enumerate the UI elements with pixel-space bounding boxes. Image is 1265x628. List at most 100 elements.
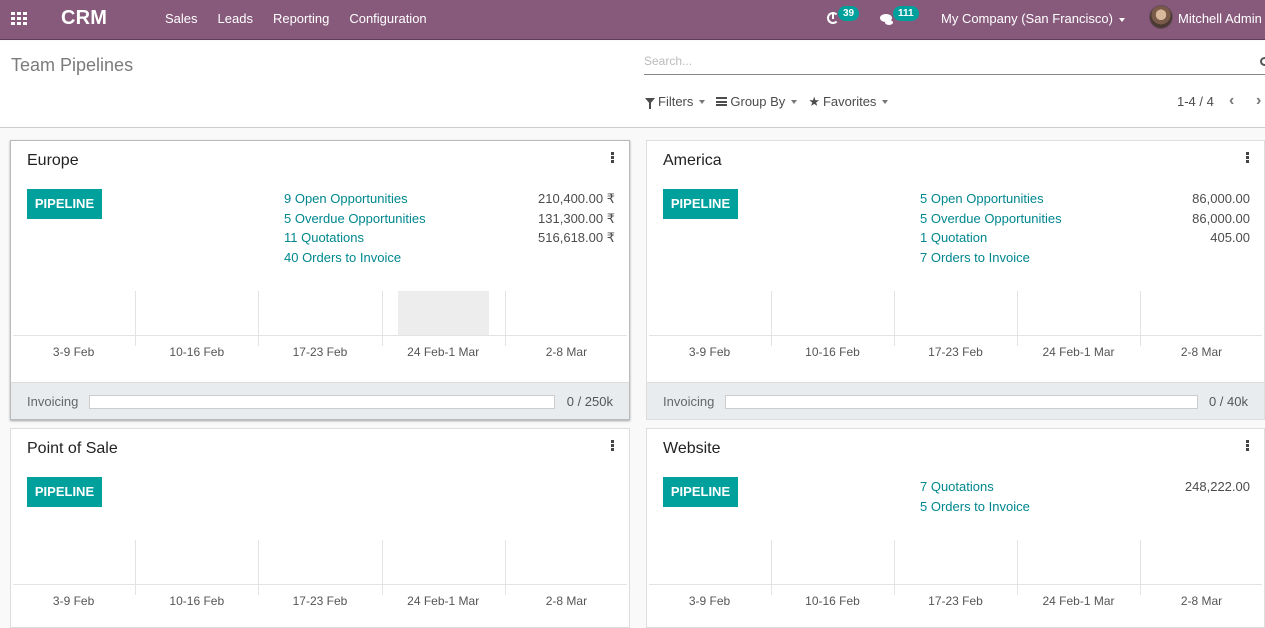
pager-value[interactable]: 1-4 / 4	[1177, 94, 1214, 109]
stat-value: 86,000.00	[1192, 191, 1250, 206]
menu-configuration[interactable]: Configuration	[349, 11, 426, 26]
graph-week-label: 24 Feb-1 Mar	[407, 345, 480, 359]
menu-leads[interactable]: Leads	[218, 11, 253, 26]
graph-bar[interactable]	[397, 291, 489, 335]
sales-graph[interactable]: 3-9 Feb 10-16 Feb 17-23 Feb 24 Feb-1 Mar 2-8…	[648, 540, 1263, 608]
graph-week-label: 10-16 Feb	[805, 594, 860, 608]
caret-down-icon	[882, 99, 889, 104]
control-panel: Team Pipelines Filters Group By ★ Favori…	[0, 41, 1265, 128]
graph-gridline	[135, 291, 137, 346]
graph-gridline	[381, 540, 383, 595]
pipeline-button[interactable]: PIPELINE	[27, 189, 102, 219]
filters-button[interactable]: Filters	[645, 94, 706, 109]
group-by-button[interactable]: Group By	[716, 94, 798, 109]
kebab-menu-icon[interactable]	[611, 440, 614, 451]
stat-link[interactable]: 7 Quotations	[920, 479, 994, 494]
sales-graph[interactable]: 3-9 Feb 10-16 Feb 17-23 Feb 24 Feb-1 Mar 2-8…	[12, 540, 628, 608]
invoicing-progress-bar[interactable]	[89, 395, 555, 409]
menu-sales[interactable]: Sales	[165, 11, 198, 26]
favorites-label: Favorites	[822, 94, 877, 109]
sales-graph[interactable]: 3-9 Feb 10-16 Feb 17-23 Feb 24 Feb-1 Mar 2-8…	[648, 291, 1263, 359]
graph-week-label: 2-8 Mar	[545, 345, 588, 359]
pager-previous-icon[interactable]: ‹	[1229, 92, 1234, 110]
stat-row: 40 Orders to Invoice	[284, 250, 615, 270]
graph-gridline	[894, 540, 895, 595]
team-name[interactable]: Website	[663, 440, 721, 458]
team-card[interactable]: Europe PIPELINE 9 Open Opportunities 210,40…	[10, 140, 630, 420]
search-input[interactable]	[644, 54, 1244, 68]
graph-gridline	[258, 540, 260, 595]
graph-axis	[649, 335, 1262, 336]
stat-link[interactable]: 5 Overdue Opportunities	[920, 211, 1062, 226]
kebab-menu-icon[interactable]	[1246, 440, 1249, 451]
stat-row: 11 Quotations 516,618.00 ₹	[284, 230, 615, 250]
stat-value: 86,000.00	[1192, 210, 1250, 226]
bars-icon	[716, 97, 728, 106]
graph-gridline	[771, 540, 772, 595]
team-stats: 5 Open Opportunities 86,000.00 5 Overdue O…	[920, 191, 1250, 269]
invoicing-progress-text: 0 / 40k	[1208, 394, 1248, 409]
graph-week-label: 3-9 Feb	[52, 345, 95, 359]
menu-reporting[interactable]: Reporting	[273, 11, 329, 26]
kebab-menu-icon[interactable]	[611, 152, 614, 163]
graph-gridline	[135, 540, 137, 595]
graph-week-label: 2-8 Mar	[1180, 594, 1223, 608]
graph-gridline	[504, 540, 506, 595]
search-icon[interactable]	[1260, 57, 1265, 66]
graph-week-label: 3-9 Feb	[52, 594, 95, 608]
graph-week-label: 10-16 Feb	[169, 345, 225, 359]
graph-week-label: 24 Feb-1 Mar	[1042, 594, 1115, 608]
kebab-menu-icon[interactable]	[1246, 152, 1249, 163]
messages-button[interactable]: 111	[880, 6, 925, 29]
graph-week-label: 10-16 Feb	[805, 345, 860, 359]
stat-link[interactable]: 5 Open Opportunities	[920, 191, 1044, 206]
graph-gridline	[1140, 540, 1141, 595]
team-card[interactable]: Point of Sale PIPELINE 3-9 Feb 10-16 Feb 17-…	[10, 428, 630, 628]
apps-menu-icon[interactable]	[11, 12, 27, 26]
graph-week-label: 3-9 Feb	[688, 594, 731, 608]
stat-value: 516,618.00 ₹	[538, 230, 615, 245]
stat-row: 5 Overdue Opportunities 86,000.00	[920, 211, 1250, 231]
team-card[interactable]: America PIPELINE 5 Open Opportunities 86,00…	[646, 140, 1265, 420]
graph-gridline	[894, 291, 895, 346]
team-card[interactable]: Website PIPELINE 7 Quotations 248,222.00 5 O…	[646, 428, 1265, 628]
invoicing-label: Invoicing	[663, 394, 715, 409]
pipeline-button[interactable]: PIPELINE	[663, 477, 738, 507]
team-name[interactable]: Europe	[27, 152, 79, 170]
star-icon: ★	[808, 94, 820, 109]
pipeline-button[interactable]: PIPELINE	[27, 477, 102, 507]
top-navbar: CRM Sales Leads Reporting Configuration …	[0, 0, 1265, 40]
invoicing-footer: Invoicing 0 / 40k	[647, 382, 1264, 419]
favorites-button[interactable]: ★ Favorites	[808, 94, 889, 109]
stat-row: 5 Overdue Opportunities 131,300.00 ₹	[284, 211, 615, 231]
pager-next-icon[interactable]: ›	[1256, 92, 1261, 110]
invoicing-progress-bar[interactable]	[725, 395, 1198, 409]
search-bar	[644, 53, 1265, 75]
caret-down-icon	[791, 99, 798, 104]
stat-link[interactable]: 5 Orders to Invoice	[920, 499, 1030, 514]
stat-link[interactable]: 7 Orders to Invoice	[920, 250, 1030, 265]
stat-link[interactable]: 11 Quotations	[284, 230, 364, 245]
stat-link[interactable]: 1 Quotation	[920, 230, 987, 245]
caret-down-icon	[699, 99, 706, 104]
sales-graph[interactable]: 3-9 Feb 10-16 Feb 17-23 Feb 24 Feb-1 Mar 2-8…	[12, 291, 628, 359]
stat-value: 210,400.00 ₹	[538, 191, 615, 206]
team-name[interactable]: Point of Sale	[27, 440, 118, 458]
team-name[interactable]: America	[663, 152, 722, 170]
graph-gridline	[771, 291, 772, 346]
graph-week-label: 17-23 Feb	[928, 594, 983, 608]
graph-gridline	[381, 291, 383, 346]
stat-value: 405.00	[1210, 230, 1250, 245]
graph-gridline	[504, 291, 506, 346]
stat-link[interactable]: 9 Open Opportunities	[284, 191, 408, 206]
pipeline-button[interactable]: PIPELINE	[663, 189, 738, 219]
avatar	[1149, 5, 1173, 29]
company-switcher[interactable]: My Company (San Francisco)	[941, 11, 1125, 26]
stat-link[interactable]: 5 Overdue Opportunities	[284, 211, 426, 226]
graph-week-label: 17-23 Feb	[928, 345, 983, 359]
stat-row: 5 Orders to Invoice	[920, 499, 1250, 519]
stat-link[interactable]: 40 Orders to Invoice	[284, 250, 401, 265]
activities-button[interactable]: 39	[827, 6, 863, 29]
graph-axis	[13, 584, 627, 585]
chat-icon	[880, 14, 893, 25]
